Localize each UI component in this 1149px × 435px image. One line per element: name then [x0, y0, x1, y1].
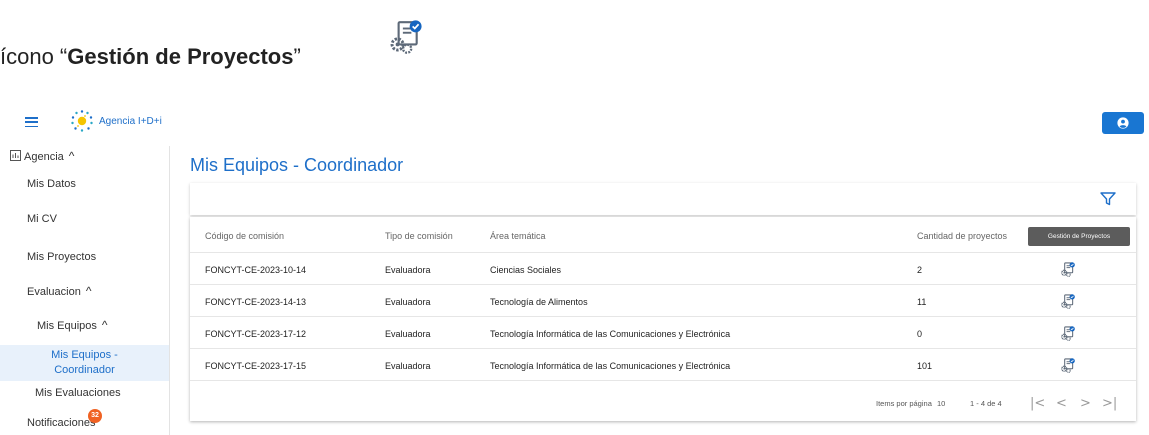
sidebar-item-label: Evaluacion — [27, 286, 81, 298]
sidebar-item-notificaciones[interactable]: Notificaciones 32 — [27, 409, 102, 429]
items-per-page-label: Items por página — [876, 399, 932, 408]
sidebar-item-agencia[interactable]: Agencia ^ — [10, 149, 74, 163]
sidebar: Agencia ^ Mis Datos Mi CV Mis Proyectos E… — [0, 146, 170, 435]
chevron-up-icon: ^ — [68, 149, 75, 163]
items-per-page-select[interactable]: 10 — [937, 399, 945, 408]
cell-tipo: Evaluadora — [385, 361, 431, 371]
caption-bold: Gestión de Proyectos — [67, 44, 294, 69]
top-bar: Agencia I+D+i — [0, 108, 1149, 138]
caption-prefix: ícono “ — [0, 44, 68, 69]
caption-suffix: ” — [293, 44, 301, 69]
cell-tipo: Evaluadora — [385, 265, 431, 275]
cell-cantidad: 2 — [917, 265, 923, 275]
sidebar-item-mis-equipos-coordinador[interactable]: Mis Equipos - Coordinador — [0, 345, 169, 381]
cell-area: Ciencias Sociales — [490, 265, 562, 275]
previous-page-button[interactable]: < — [1056, 396, 1067, 411]
notification-badge: 32 — [88, 409, 102, 423]
row-divider — [190, 380, 1136, 381]
page-range: 1 - 4 de 4 — [970, 399, 1002, 408]
cell-codigo: FONCYT-CE-2023-17-15 — [205, 361, 307, 371]
tooltip-gestion-proyectos: Gestión de Proyectos — [1028, 227, 1130, 246]
column-header-cantidad[interactable]: Cantidad de proyectos — [917, 231, 1007, 241]
logo-dots-icon — [71, 110, 93, 132]
cell-cantidad: 0 — [917, 329, 923, 339]
sidebar-item-mis-evaluaciones[interactable]: Mis Evaluaciones — [35, 387, 121, 399]
project-management-icon[interactable] — [1060, 294, 1075, 309]
cell-tipo: Evaluadora — [385, 297, 431, 307]
row-divider — [190, 316, 1136, 317]
menu-icon[interactable] — [25, 117, 38, 128]
cell-area: Tecnología Informática de las Comunicaci… — [490, 361, 731, 371]
first-page-button[interactable]: |< — [1030, 396, 1045, 411]
filter-icon[interactable] — [1100, 192, 1116, 206]
cell-cantidad: 11 — [917, 297, 927, 307]
cell-codigo: FONCYT-CE-2023-17-12 — [205, 329, 307, 339]
row-divider — [190, 284, 1136, 285]
cell-tipo: Evaluadora — [385, 329, 431, 339]
project-management-icon[interactable] — [1060, 358, 1075, 373]
caption: ícono “Gestión de Proyectos” — [0, 44, 301, 70]
last-page-button[interactable]: >| — [1102, 396, 1117, 411]
sidebar-item-label: Agencia — [24, 151, 64, 163]
next-page-button[interactable]: > — [1080, 396, 1091, 411]
chevron-up-icon: ^ — [85, 284, 92, 298]
row-divider — [190, 252, 1136, 253]
sidebar-item-mis-equipos[interactable]: Mis Equipos ^ — [37, 318, 108, 332]
sidebar-item-evaluacion[interactable]: Evaluacion ^ — [27, 284, 91, 298]
agency-logo[interactable]: Agencia I+D+i — [68, 108, 162, 134]
sidebar-item-mis-datos[interactable]: Mis Datos — [27, 178, 76, 190]
cell-codigo: FONCYT-CE-2023-10-14 — [205, 265, 307, 275]
chevron-up-icon: ^ — [101, 318, 108, 332]
cell-cantidad: 101 — [917, 361, 933, 371]
sidebar-item-mi-cv[interactable]: Mi CV — [27, 213, 57, 225]
app-window: Agencia I+D+i Agencia ^ Mis Datos Mi CV M… — [0, 108, 1149, 435]
teams-table: Código de comisión Tipo de comisión Área… — [190, 217, 1136, 421]
paginator: Items por página 10 1 - 4 de 4 |< < > >| — [190, 388, 1136, 421]
user-button[interactable] — [1102, 112, 1144, 134]
sidebar-item-label: Notificaciones — [27, 417, 96, 429]
cell-area: Tecnología Informática de las Comunicaci… — [490, 329, 731, 339]
filter-bar — [190, 183, 1136, 215]
project-management-icon — [390, 20, 422, 54]
user-circle-icon — [1117, 117, 1129, 129]
column-header-tipo[interactable]: Tipo de comisión — [385, 231, 453, 241]
row-divider — [190, 348, 1136, 349]
column-header-area[interactable]: Área temática — [490, 231, 546, 241]
sidebar-item-mis-proyectos[interactable]: Mis Proyectos — [27, 251, 96, 263]
column-header-codigo[interactable]: Código de comisión — [205, 231, 284, 241]
cell-codigo: FONCYT-CE-2023-14-13 — [205, 297, 307, 307]
cell-area: Tecnología de Alimentos — [490, 297, 588, 307]
chart-icon — [10, 150, 21, 161]
sidebar-item-label: Mis Equipos — [37, 320, 97, 332]
project-management-icon[interactable] — [1060, 262, 1075, 277]
project-management-icon[interactable] — [1060, 326, 1075, 341]
page-title: Mis Equipos - Coordinador — [190, 155, 404, 175]
logo-text: Agencia I+D+i — [99, 115, 162, 127]
